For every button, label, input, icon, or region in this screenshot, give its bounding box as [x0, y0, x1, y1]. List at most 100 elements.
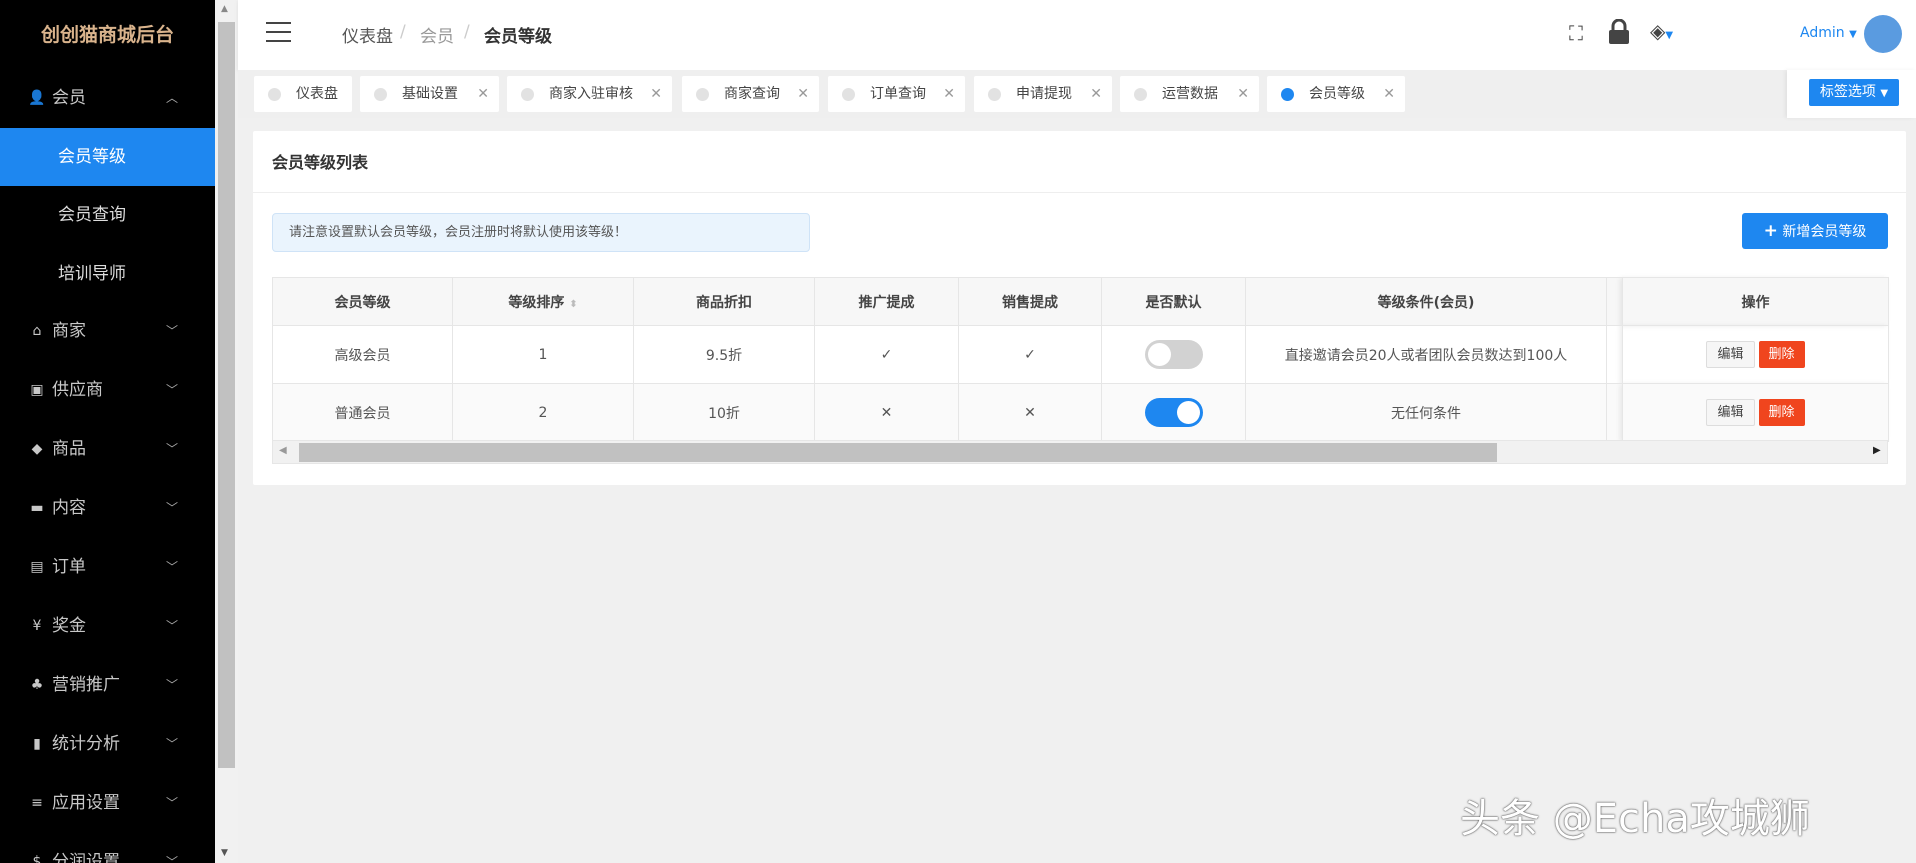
- sidebar-item-content[interactable]: ▬ 内容 ﹀: [0, 479, 215, 538]
- bars-icon: ≡: [31, 795, 43, 811]
- col-header-sortable[interactable]: 等级排序 ⬍: [452, 277, 634, 326]
- chevron-down-icon: ﹀: [166, 324, 179, 338]
- scroll-right-arrow-icon[interactable]: ▶: [1873, 445, 1881, 456]
- close-icon[interactable]: ✕: [1237, 76, 1249, 112]
- sidebar-item-merchant[interactable]: ⌂ 商家 ﹀: [0, 302, 215, 361]
- tab-merchant-review[interactable]: 商家入驻审核 ✕: [507, 76, 672, 112]
- col-header: 会员等级: [272, 277, 453, 326]
- sidebar: 创创猫商城后台 👤 会员 ︿ 会员等级 会员查询 培训导师 ⌂ 商家 ﹀ ▣ 供应商 ﹀ ◆…: [0, 0, 215, 863]
- chevron-down-icon: ﹀: [166, 383, 179, 397]
- theme-paint-icon[interactable]: ◈▼: [1650, 19, 1673, 43]
- top-header: 仪表盘 / 会员 / 会员等级 ⛶ ◈▼ Admin ▼: [238, 0, 1916, 70]
- tab-options-button[interactable]: 标签选项 ▼: [1809, 79, 1899, 106]
- folder-icon: ▬: [30, 500, 44, 516]
- col-header: 操作: [1622, 277, 1889, 326]
- edit-button[interactable]: 编辑: [1706, 399, 1755, 426]
- spacer: [1606, 277, 1623, 326]
- scroll-down-arrow-icon[interactable]: ▼: [221, 848, 228, 858]
- sidebar-item-profit-settings[interactable]: $ 分润设置 ﹀: [0, 833, 215, 863]
- chevron-down-icon: ﹀: [166, 737, 179, 751]
- divider: [253, 192, 1906, 193]
- chevron-down-icon: ﹀: [166, 442, 179, 456]
- sidebar-item-stats[interactable]: ▮ 统计分析 ﹀: [0, 715, 215, 774]
- delete-button[interactable]: 删除: [1758, 341, 1805, 368]
- sidebar-subitem-member-level[interactable]: 会员等级: [0, 128, 215, 186]
- chevron-down-icon: ﹀: [166, 796, 179, 810]
- breadcrumb-separator: /: [400, 22, 406, 42]
- sidebar-item-app-settings[interactable]: ≡ 应用设置 ﹀: [0, 774, 215, 833]
- tab-merchant-query[interactable]: 商家查询 ✕: [682, 76, 819, 112]
- tab-order-query[interactable]: 订单查询 ✕: [828, 76, 965, 112]
- tab-withdraw[interactable]: 申请提现 ✕: [974, 76, 1112, 112]
- cell-sort: 2: [452, 383, 634, 442]
- breadcrumb-current: 会员等级: [484, 27, 552, 47]
- default-toggle[interactable]: [1144, 340, 1203, 369]
- sidebar-item-bonus[interactable]: ¥ 奖金 ﹀: [0, 597, 215, 656]
- watermark: 头条 @Echa攻城狮: [1460, 796, 1810, 842]
- tab-basic-settings[interactable]: 基础设置 ✕: [360, 76, 499, 112]
- sidebar-item-goods[interactable]: ◆ 商品 ﹀: [0, 420, 215, 479]
- user-menu[interactable]: Admin ▼: [1800, 25, 1857, 41]
- tab-operation-data[interactable]: 运营数据 ✕: [1120, 76, 1259, 112]
- bar-chart-icon: ▮: [33, 736, 41, 752]
- cell-level: 高级会员: [272, 325, 453, 384]
- table-header-row: 会员等级 等级排序 ⬍ 商品折扣 推广提成 销售提成 是否默认 等级条件(会员)…: [272, 277, 1889, 326]
- table-row: 普通会员 2 10折 ✕ ✕ 无任何条件 编辑 删除: [272, 383, 1889, 442]
- scroll-up-arrow-icon[interactable]: ▲: [221, 4, 228, 14]
- sidebar-item-supplier[interactable]: ▣ 供应商 ﹀: [0, 361, 215, 420]
- scroll-left-arrow-icon[interactable]: ◀: [279, 445, 287, 456]
- user-icon: 👤: [28, 90, 46, 106]
- home-icon: ⌂: [32, 323, 42, 339]
- breadcrumb-item[interactable]: 仪表盘: [342, 22, 393, 47]
- sidebar-item-order[interactable]: ▤ 订单 ﹀: [0, 538, 215, 597]
- dollar-icon: $: [32, 854, 42, 863]
- tab-member-level[interactable]: 会员等级 ✕: [1267, 76, 1405, 112]
- close-icon[interactable]: ✕: [1383, 76, 1395, 112]
- sidebar-item-member[interactable]: 👤 会员 ︿: [0, 69, 215, 128]
- sidebar-subitem-trainer[interactable]: 培训导师: [0, 245, 215, 303]
- close-icon[interactable]: ✕: [1090, 76, 1102, 112]
- cell-default: [1101, 383, 1246, 442]
- app-logo: 创创猫商城后台: [40, 24, 174, 46]
- cell-default: [1101, 325, 1246, 384]
- close-icon[interactable]: ✕: [943, 76, 955, 112]
- playstation-icon: ♣: [30, 677, 44, 693]
- delete-button[interactable]: 删除: [1758, 399, 1805, 426]
- yen-icon: ¥: [32, 618, 42, 634]
- scrollbar-thumb[interactable]: [218, 22, 235, 768]
- sidebar-subitem-member-query[interactable]: 会员查询: [0, 186, 215, 244]
- add-member-level-button[interactable]: + 新增会员等级: [1742, 213, 1888, 249]
- col-header: 等级条件(会员): [1245, 277, 1607, 326]
- cell-condition: 无任何条件: [1245, 383, 1607, 442]
- breadcrumb-item[interactable]: 会员: [420, 22, 454, 47]
- sidebar-item-marketing[interactable]: ♣ 营销推广 ﹀: [0, 656, 215, 715]
- cell-level: 普通会员: [272, 383, 453, 442]
- scrollbar-thumb[interactable]: [299, 443, 1497, 462]
- close-icon[interactable]: ✕: [797, 76, 809, 112]
- hamburger-menu-icon[interactable]: [266, 22, 291, 42]
- cell-sort: 1: [452, 325, 634, 384]
- cell-condition: 直接邀请会员20人或者团队会员数达到100人: [1245, 325, 1607, 384]
- fullscreen-icon[interactable]: ⛶: [1569, 21, 1583, 45]
- tag-icon: ◆: [31, 441, 43, 457]
- close-icon[interactable]: ✕: [650, 76, 662, 112]
- chevron-down-icon: ﹀: [166, 501, 179, 515]
- table-horizontal-scrollbar[interactable]: ◀ ▶: [272, 440, 1888, 464]
- check-icon: ✓: [814, 325, 959, 384]
- cross-icon: ✕: [814, 383, 959, 442]
- chevron-down-icon: ﹀: [166, 619, 179, 633]
- chevron-up-icon: ︿: [166, 91, 179, 105]
- lock-icon[interactable]: [1608, 19, 1630, 45]
- notice-alert: 请注意设置默认会员等级，会员注册时将默认使用该等级！: [272, 213, 810, 252]
- close-icon[interactable]: ✕: [477, 76, 489, 112]
- plus-icon: +: [1763, 221, 1778, 241]
- cell-discount: 10折: [633, 383, 815, 442]
- chevron-down-icon: ﹀: [166, 678, 179, 692]
- avatar[interactable]: [1864, 15, 1902, 53]
- edit-button[interactable]: 编辑: [1706, 341, 1755, 368]
- plug-icon: ▣: [30, 382, 44, 398]
- tab-dashboard[interactable]: 仪表盘: [254, 76, 352, 112]
- chevron-down-icon: ﹀: [166, 560, 179, 574]
- default-toggle[interactable]: [1144, 398, 1203, 427]
- member-level-table: 会员等级 等级排序 ⬍ 商品折扣 推广提成 销售提成 是否默认 等级条件(会员)…: [272, 277, 1889, 442]
